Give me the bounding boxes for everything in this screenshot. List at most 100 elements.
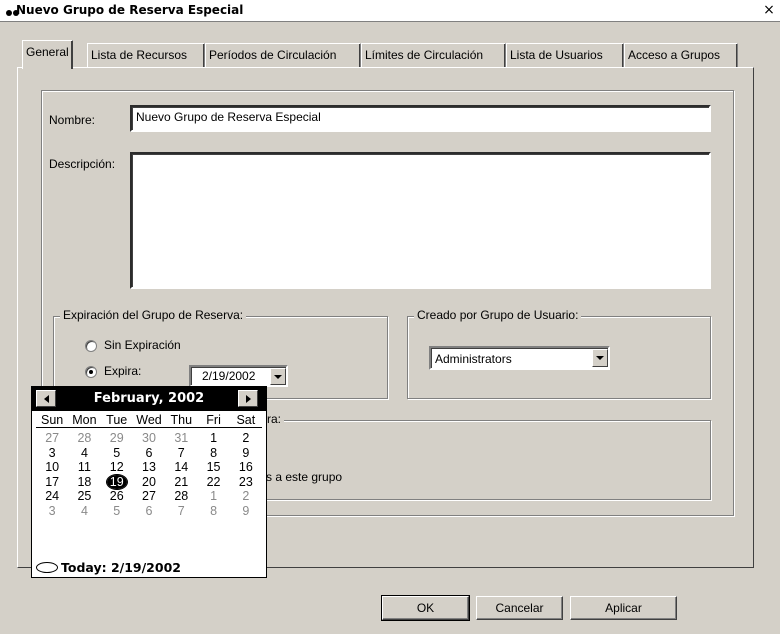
- tab-general[interactable]: General: [22, 40, 73, 69]
- calendar-weekday: Tue: [106, 413, 128, 427]
- calendar-day[interactable]: 2: [230, 489, 262, 504]
- tab-lista-de-recursos[interactable]: Lista de Recursos: [87, 43, 205, 67]
- calendar-day[interactable]: 6: [133, 446, 165, 461]
- calendar-day-number: 1: [210, 489, 218, 503]
- tab-acceso-a-grupos[interactable]: Acceso a Grupos: [624, 43, 738, 67]
- calendar-day-number: 25: [77, 489, 92, 503]
- calendar-day-number: 21: [174, 474, 189, 489]
- calendar-day[interactable]: 8: [197, 504, 229, 519]
- calendar-day-number: 29: [109, 431, 124, 445]
- calendar-day[interactable]: 26: [101, 489, 133, 504]
- prev-month-button[interactable]: [36, 390, 56, 407]
- calendar-day[interactable]: 27: [133, 489, 165, 504]
- calendar-day[interactable]: 29: [101, 431, 133, 446]
- calendar-day[interactable]: 7: [165, 504, 197, 519]
- calendar-day[interactable]: 20: [133, 475, 165, 490]
- tab-label: Lista de Recursos: [91, 48, 188, 62]
- calendar-day[interactable]: 2: [230, 431, 262, 446]
- calendar-weekday: Sun: [41, 413, 64, 427]
- calendar-popup[interactable]: February, 2002 Sun Mon Tue Wed Thu Fri Sat 27 2…: [31, 386, 267, 578]
- title-bar: Nuevo Grupo de Reserva Especial ×: [0, 0, 780, 22]
- calendar-day-number: 8: [210, 503, 218, 518]
- calendar-day[interactable]: 10: [36, 460, 68, 475]
- calendar-weekdays: Sun Mon Tue Wed Thu Fri Sat: [36, 413, 262, 428]
- calendar-day-number: 22: [206, 474, 221, 489]
- calendar-day-number: 15: [206, 460, 221, 474]
- calendar-day[interactable]: 21: [165, 475, 197, 490]
- calendar-day[interactable]: 17: [36, 475, 68, 490]
- ok-button[interactable]: OK: [381, 595, 470, 621]
- calendar-day-number: 4: [80, 445, 88, 460]
- calendar-day[interactable]: 9: [230, 504, 262, 519]
- calendar-day[interactable]: 5: [101, 446, 133, 461]
- calendar-day[interactable]: 16: [230, 460, 262, 475]
- calendar-day-number: 18: [77, 474, 92, 489]
- calendar-day-number: 4: [80, 503, 88, 518]
- calendar-day-number: 10: [45, 460, 60, 474]
- calendar-day[interactable]: 31: [165, 431, 197, 446]
- tab-lista-de-usuarios[interactable]: Lista de Usuarios: [506, 43, 624, 67]
- tab-limites-de-circulacion[interactable]: Límites de Circulación: [361, 43, 506, 67]
- calendar-day[interactable]: 24: [36, 489, 68, 504]
- calendar-day[interactable]: 11: [68, 460, 100, 475]
- calendar-day-number: 6: [145, 445, 153, 460]
- calendar-day[interactable]: 14: [165, 460, 197, 475]
- calendar-day-number: 2: [242, 431, 250, 445]
- calendar-month-label[interactable]: February, 2002: [72, 391, 226, 406]
- calendar-today-link[interactable]: Today: 2/19/2002: [36, 558, 181, 576]
- calendar-day[interactable]: 28: [68, 431, 100, 446]
- tab-label: Acceso a Grupos: [628, 48, 721, 62]
- apply-button[interactable]: Aplicar: [570, 596, 677, 620]
- calendar-day-number: 28: [77, 431, 92, 445]
- close-button[interactable]: ×: [761, 3, 777, 19]
- calendar-day[interactable]: 30: [133, 431, 165, 446]
- calendar-day-number: 30: [142, 431, 156, 445]
- calendar-day[interactable]: 5: [101, 504, 133, 519]
- calendar-day[interactable]: 13: [133, 460, 165, 475]
- calendar-day[interactable]: 1: [197, 489, 229, 504]
- tab-label: Límites de Circulación: [365, 48, 484, 62]
- calendar-day-number: 14: [174, 460, 189, 474]
- calendar-day-number: 3: [48, 445, 56, 460]
- calendar-day[interactable]: 27: [36, 431, 68, 446]
- calendar-weekday: Sat: [236, 413, 256, 427]
- calendar-day[interactable]: 7: [165, 446, 197, 461]
- calendar-day-number: 31: [174, 431, 189, 445]
- calendar-day-number: 5: [113, 503, 121, 518]
- dialog-window: Nuevo Grupo de Reserva Especial × Genera…: [0, 0, 780, 634]
- calendar-day[interactable]: 25: [68, 489, 100, 504]
- calendar-day-selected[interactable]: 19: [101, 473, 133, 490]
- calendar-day[interactable]: 1: [197, 431, 229, 446]
- calendar-day-number: 23: [238, 474, 253, 489]
- calendar-day[interactable]: 9: [230, 446, 262, 461]
- tab-label: General: [26, 45, 69, 59]
- calendar-day[interactable]: 12: [101, 460, 133, 475]
- calendar-day[interactable]: 22: [197, 475, 229, 490]
- calendar-day-number: 1: [210, 431, 218, 445]
- calendar-day[interactable]: 18: [68, 475, 100, 490]
- calendar-day[interactable]: 15: [197, 460, 229, 475]
- cancel-button[interactable]: Cancelar: [476, 596, 563, 620]
- calendar-day-number: 13: [142, 460, 156, 474]
- calendar-day-number: 20: [142, 474, 156, 489]
- calendar-day[interactable]: 4: [68, 504, 100, 519]
- calendar-day[interactable]: 28: [165, 489, 197, 504]
- calendar-day[interactable]: 6: [133, 504, 165, 519]
- calendar-day[interactable]: 4: [68, 446, 100, 461]
- calendar-day[interactable]: 8: [197, 446, 229, 461]
- calendar-day-number: 3: [48, 503, 56, 518]
- calendar-day-number: 24: [45, 489, 60, 503]
- calendar-day-number: 6: [145, 503, 153, 518]
- calendar-day-number: 5: [113, 445, 121, 460]
- calendar-day[interactable]: 3: [36, 504, 68, 519]
- calendar-day[interactable]: 3: [36, 446, 68, 461]
- next-month-button[interactable]: [238, 390, 258, 407]
- calendar-weekday: Wed: [136, 413, 162, 427]
- tab-periodos-de-circulacion[interactable]: Períodos de Circulación: [205, 43, 361, 67]
- calendar-day-number: 9: [242, 503, 250, 518]
- calendar-day[interactable]: 23: [230, 475, 262, 490]
- calendar-weekday: Mon: [72, 413, 97, 427]
- calendar-day-number: 27: [45, 431, 60, 445]
- today-circle-icon: [36, 561, 58, 573]
- calendar-day-number: 27: [142, 489, 156, 503]
